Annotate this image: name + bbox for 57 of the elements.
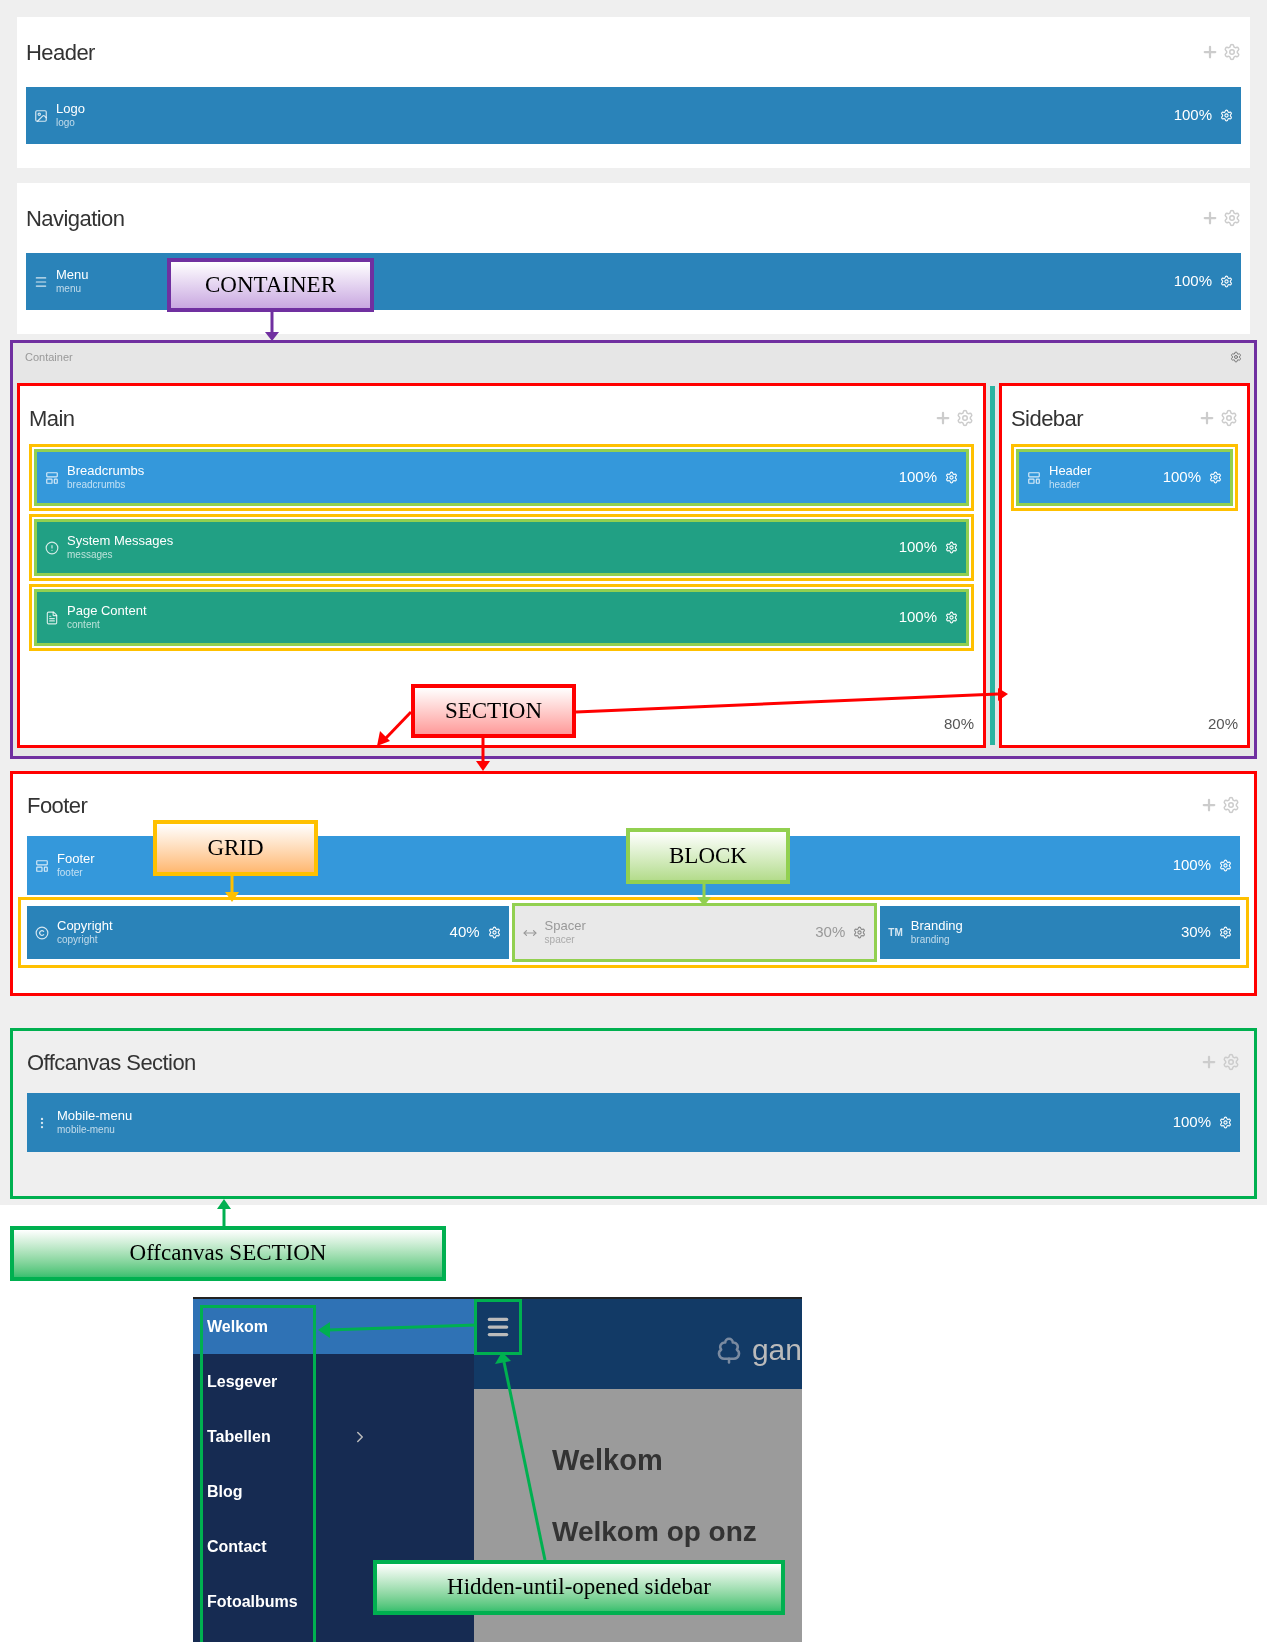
section-title: Footer [27,791,88,820]
block-title: Header [1049,463,1092,480]
block-width: 100% [1172,1112,1211,1133]
block-subtitle: menu [56,283,82,296]
block-title: Page Content [67,603,147,620]
block-width: 100% [898,467,937,488]
block-title: Copyright [57,918,113,935]
section-title: Offcanvas Section [27,1048,196,1077]
annotation-tooltip: BLOCK [626,828,790,884]
block-title: Footer [57,851,95,868]
menu-label: Blog [207,1481,243,1502]
menu-label: Contact [207,1536,267,1557]
column-width: 20% [1207,713,1238,734]
block-subtitle: content [67,619,101,632]
block-title: Logo [56,101,85,118]
logo-text: gan [751,1332,802,1368]
page-heading: Welkom [552,1443,664,1478]
annotation-tooltip: GRID [153,820,318,876]
annotation-tooltip: CONTAINER [167,258,374,312]
block-title: Menu [56,267,89,284]
block-width: 100% [1173,271,1212,292]
block-subtitle: messages [67,549,114,562]
block-subtitle: logo [56,117,76,130]
annotation-tooltip: Offcanvas SECTION [10,1226,446,1281]
block-width: 30% [815,922,846,943]
block-width: 100% [1173,105,1212,126]
block-width: 40% [449,922,480,943]
section-title: Main [29,404,75,433]
section-title: Sidebar [1011,404,1083,433]
block-title: Mobile-menu [57,1108,133,1125]
block-subtitle: footer [57,867,84,880]
block-mark: TM [888,926,903,940]
block-subtitle: copyright [57,934,99,947]
block-subtitle: mobile-menu [57,1124,116,1137]
menu-label: Welkom [207,1316,269,1337]
block-title: Breadcrumbs [67,463,145,480]
section-title: Navigation [26,204,125,233]
annotation-tooltip: Hidden-until-opened sidebar [373,1560,785,1615]
block-subtitle: header [1049,479,1082,492]
menu-label: Lesgever [207,1371,278,1392]
block-title: System Messages [67,533,174,550]
block-title: Spacer [544,918,586,935]
block-width: 100% [1172,855,1211,876]
block-width: 100% [898,537,937,558]
section-title: Header [26,38,95,67]
column-width: 80% [943,713,974,734]
menu-label: Tabellen [207,1426,271,1447]
block-width: 100% [898,607,937,628]
block-title: Branding [910,918,963,935]
page-subheading: Welkom op onz [552,1514,758,1549]
block-subtitle: breadcrumbs [67,479,127,492]
block-subtitle: branding [910,934,951,947]
container-label: Container [25,349,73,365]
block-width: 100% [1162,467,1201,488]
annotation-tooltip: SECTION [411,684,576,738]
block-subtitle: spacer [544,934,576,947]
block-width: 30% [1180,922,1211,943]
